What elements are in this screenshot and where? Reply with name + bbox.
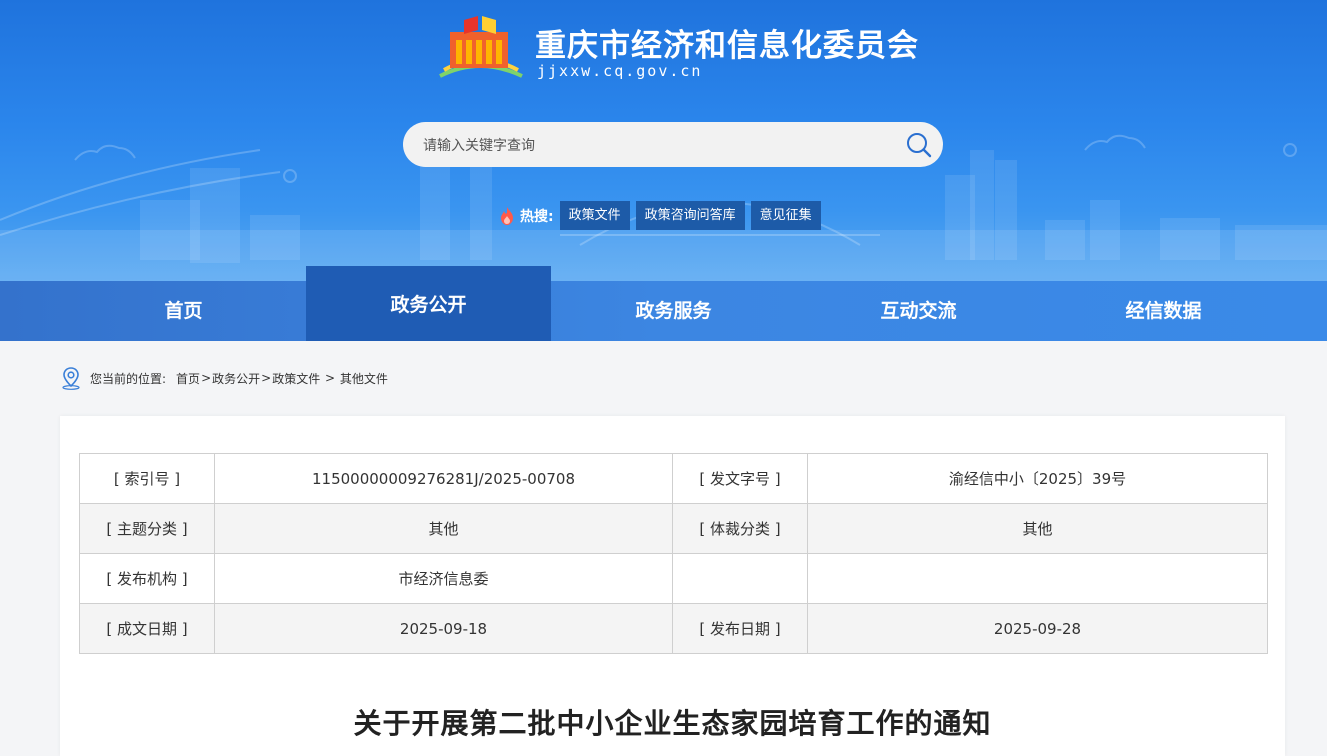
breadcrumb-home[interactable]: 首页: [176, 370, 200, 387]
value-publish-date: 2025-09-28: [807, 603, 1268, 654]
site-title: 重庆市经济和信息化委员会: [535, 28, 919, 64]
breadcrumb: 您当前的位置: 首页 > 政务公开 > 政策文件 > 其他文件: [60, 366, 388, 390]
site-domain: jjxxw.cq.gov.cn: [537, 62, 703, 80]
empty-value-cell: [807, 553, 1268, 604]
table-row: [ 主题分类 ] 其他 [ 体裁分类 ] 其他: [79, 503, 1268, 554]
breadcrumb-policy-documents[interactable]: 政策文件: [272, 370, 320, 387]
breadcrumb-separator: >: [201, 371, 212, 385]
label-genre-category: [ 体裁分类 ]: [672, 503, 808, 554]
nav-item-economic-data[interactable]: 经信数据: [1041, 281, 1286, 341]
value-genre-category: 其他: [807, 503, 1268, 554]
table-row: [ 发布机构 ] 市经济信息委: [79, 553, 1268, 604]
table-row: [ 成文日期 ] 2025-09-18 [ 发布日期 ] 2025-09-28: [79, 603, 1268, 654]
hot-search-label: 热搜:: [520, 208, 554, 225]
value-index-number: 11500000009276281J/2025-00708: [214, 453, 673, 504]
breadcrumb-separator: >: [321, 371, 339, 385]
value-written-date: 2025-09-18: [214, 603, 673, 654]
search-icon[interactable]: [905, 131, 933, 159]
table-row: [ 索引号 ] 11500000009276281J/2025-00708 [ …: [79, 453, 1268, 504]
value-subject-category: 其他: [214, 503, 673, 554]
breadcrumb-government-affairs[interactable]: 政务公开: [212, 370, 260, 387]
header-banner: 重庆市经济和信息化委员会 jjxxw.cq.gov.cn 热搜: 政策文件 政策…: [0, 0, 1327, 281]
label-subject-category: [ 主题分类 ]: [79, 503, 215, 554]
document-card: [ 索引号 ] 11500000009276281J/2025-00708 [ …: [60, 416, 1285, 756]
search-input[interactable]: [421, 122, 895, 169]
nav-item-government-affairs[interactable]: 政务公开: [306, 266, 551, 341]
breadcrumb-separator: >: [261, 371, 272, 385]
search-box: [403, 122, 943, 169]
label-written-date: [ 成文日期 ]: [79, 603, 215, 654]
main-nav: 首页 政务公开 政务服务 互动交流 经信数据: [0, 266, 1327, 341]
value-document-number: 渝经信中小〔2025〕39号: [807, 453, 1268, 504]
breadcrumb-other-documents[interactable]: 其他文件: [340, 370, 388, 387]
hot-tag-policy-documents[interactable]: 政策文件: [559, 201, 630, 230]
label-index-number: [ 索引号 ]: [79, 453, 215, 504]
hot-tag-policy-qa[interactable]: 政策咨询问答库: [635, 201, 745, 230]
label-publish-date: [ 发布日期 ]: [672, 603, 808, 654]
hot-search-bar: 热搜: 政策文件 政策咨询问答库 意见征集: [498, 201, 827, 230]
value-issuing-agency: 市经济信息委: [214, 553, 673, 604]
label-issuing-agency: [ 发布机构 ]: [79, 553, 215, 604]
nav-item-interaction[interactable]: 互动交流: [796, 281, 1041, 341]
location-pin-icon: [62, 367, 80, 390]
label-document-number: [ 发文字号 ]: [672, 453, 808, 504]
document-metadata-table: [ 索引号 ] 11500000009276281J/2025-00708 [ …: [79, 453, 1268, 654]
fire-icon: [501, 206, 513, 225]
empty-label-cell: [672, 553, 808, 604]
breadcrumb-prefix: 您当前的位置:: [90, 371, 167, 386]
nav-item-home[interactable]: 首页: [61, 281, 306, 341]
nav-item-government-services[interactable]: 政务服务: [551, 281, 796, 341]
government-emblem-logo: [439, 16, 523, 78]
hot-tag-opinion-collection[interactable]: 意见征集: [750, 201, 821, 230]
document-title: 关于开展第二批中小企业生态家园培育工作的通知: [353, 707, 992, 740]
